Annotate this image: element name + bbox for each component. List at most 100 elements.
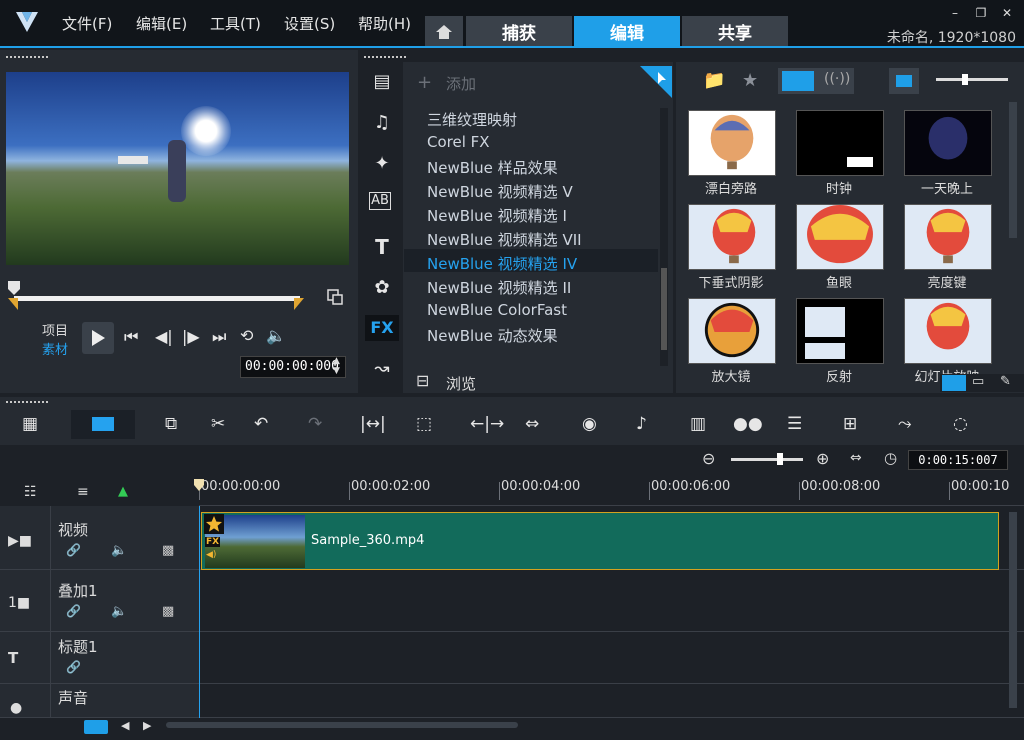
prev-frame-icon[interactable]: ◀| xyxy=(155,327,173,346)
scroll-right-icon[interactable]: ▶ xyxy=(143,719,151,732)
track-grid-icon[interactable]: ▩ xyxy=(162,604,174,619)
scroll-left-icon[interactable]: ◀ xyxy=(121,719,129,732)
tab-share[interactable]: 共享 xyxy=(682,16,788,47)
thumb-scrollbar[interactable] xyxy=(1009,102,1017,238)
instant-project-icon[interactable]: ✦ xyxy=(369,151,395,177)
add-icon[interactable]: + xyxy=(417,72,432,93)
video-filter-button[interactable] xyxy=(782,71,814,91)
multi-cam-icon[interactable]: ⊞ xyxy=(843,414,857,434)
zoom-in-icon[interactable]: ⊕ xyxy=(816,449,829,468)
audio-filter-icon[interactable]: ((·)) xyxy=(824,71,850,87)
motion-tracking-icon[interactable]: ●● xyxy=(733,414,763,434)
storyboard-view-icon[interactable]: ▦ xyxy=(22,414,38,434)
menu-settings[interactable]: 设置(S) xyxy=(284,13,335,34)
link-icon[interactable]: 🔗 xyxy=(66,604,81,618)
thumb-drop-shadow[interactable] xyxy=(688,204,776,270)
mode-clip[interactable]: 素材 xyxy=(42,339,68,358)
subtitle-editor-icon[interactable]: ☰ xyxy=(787,414,802,434)
minimize-button[interactable]: – xyxy=(946,6,964,20)
thumb-clock[interactable] xyxy=(796,110,884,176)
playhead-marker-icon[interactable] xyxy=(8,281,20,295)
record-icon[interactable]: ◉ xyxy=(582,414,597,434)
next-frame-icon[interactable]: |▶ xyxy=(182,327,200,346)
split-icon[interactable]: ←|→ xyxy=(470,414,504,434)
timeline-ruler[interactable] xyxy=(199,476,1024,506)
mask-creator-icon[interactable]: ◌ xyxy=(953,414,968,434)
track-volume-icon[interactable]: 🔈 xyxy=(111,604,127,619)
audio-mixer-icon[interactable]: ♪ xyxy=(636,414,647,434)
fx-item[interactable]: Corel FX xyxy=(427,133,490,151)
timecode-stepper-icon[interactable]: ▲ ▼ xyxy=(333,356,340,376)
auto-music-icon[interactable]: ▥ xyxy=(690,414,706,434)
timeline-v-scrollbar[interactable] xyxy=(1009,512,1017,708)
tab-edit[interactable]: 编辑 xyxy=(574,16,680,47)
menu-help[interactable]: 帮助(H) xyxy=(358,13,411,34)
fx-item[interactable]: NewBlue 视频精选 VII xyxy=(427,229,582,250)
fx-item[interactable]: NewBlue ColorFast xyxy=(427,301,567,319)
add-track-button[interactable] xyxy=(84,720,108,734)
zoom-out-icon[interactable]: ⊖ xyxy=(702,449,715,468)
replace-media-icon[interactable]: ⧉ xyxy=(165,414,177,434)
browse-icon[interactable]: ⊟ xyxy=(416,371,429,390)
menu-edit[interactable]: 编辑(E) xyxy=(136,13,187,34)
thumb-reflection[interactable] xyxy=(796,298,884,364)
preview-window[interactable] xyxy=(6,72,349,265)
star-add-icon[interactable]: ★ xyxy=(742,70,758,91)
menu-tools[interactable]: 工具(T) xyxy=(210,13,261,34)
thumb-zoom-slider[interactable] xyxy=(936,74,1008,85)
fx-item[interactable]: NewBlue 视频精选 II xyxy=(427,277,571,298)
timecode-display[interactable]: 00:00:00:000 xyxy=(240,356,346,378)
timeline-grip[interactable] xyxy=(6,401,48,404)
undo-icon[interactable]: ↶ xyxy=(254,414,268,434)
graphics-icon[interactable]: ✿ xyxy=(369,275,395,301)
trim-start-icon[interactable] xyxy=(8,298,18,310)
grid-view-button[interactable] xyxy=(942,375,966,391)
link-icon[interactable]: 🔗 xyxy=(66,543,81,557)
pan-zoom-icon[interactable]: ⇔ xyxy=(525,414,539,434)
fx-item[interactable]: NewBlue 视频精选 V xyxy=(427,181,573,202)
thumb-magnifier[interactable] xyxy=(688,298,776,364)
browse-button[interactable]: 浏览 xyxy=(446,373,476,394)
library-grip[interactable] xyxy=(364,56,406,59)
trim-end-icon[interactable] xyxy=(294,298,304,310)
thumb-luma-key[interactable] xyxy=(904,204,992,270)
chapter-icon[interactable]: ≡ xyxy=(77,484,89,500)
repeat-icon[interactable]: ⟲ xyxy=(240,326,253,345)
fx-filter-icon[interactable]: FX xyxy=(365,315,399,341)
media-icon[interactable]: ▤ xyxy=(369,69,395,95)
voice-track-icon[interactable]: ● xyxy=(10,700,22,716)
link-icon[interactable]: 🔗 xyxy=(66,660,81,674)
home-tab[interactable] xyxy=(425,16,463,47)
go-end-icon[interactable]: ⏭ xyxy=(212,327,226,347)
add-marker-icon[interactable]: ▲ xyxy=(118,484,128,499)
timeline-playhead-icon[interactable] xyxy=(194,479,204,491)
close-button[interactable]: ✕ xyxy=(998,6,1016,20)
add-label[interactable]: 添加 xyxy=(446,73,476,94)
volume-icon[interactable]: 🔈 xyxy=(266,326,286,345)
folder-add-icon[interactable]: 📁 xyxy=(703,70,725,91)
title-track-icon[interactable]: T xyxy=(8,649,18,667)
redo-icon[interactable]: ↷ xyxy=(308,414,322,434)
path-icon[interactable]: ↝ xyxy=(369,356,395,382)
restore-button[interactable]: ❐ xyxy=(972,6,990,20)
zoom-slider[interactable] xyxy=(731,453,803,465)
fit-timeline-icon[interactable]: ⇔ xyxy=(850,450,862,466)
timeline-view-button[interactable] xyxy=(71,410,135,439)
fx-item[interactable]: NewBlue 样品效果 xyxy=(427,157,558,178)
scrub-bar[interactable] xyxy=(14,296,300,301)
scroll-thumb[interactable] xyxy=(661,268,667,350)
pin-icon[interactable] xyxy=(640,66,672,98)
fx-list-scrollbar[interactable] xyxy=(660,108,668,366)
track-manager-icon[interactable]: ☷ xyxy=(24,484,37,500)
list-view-icon[interactable]: ▭ xyxy=(972,374,984,389)
fx-item[interactable]: NewBlue 动态效果 xyxy=(427,325,558,346)
mode-project[interactable]: 项目 xyxy=(42,320,68,339)
tab-capture[interactable]: 捕获 xyxy=(466,16,572,47)
video-track-icon[interactable]: ▶■ xyxy=(8,533,32,549)
fx-item[interactable]: NewBlue 视频精选 I xyxy=(427,205,567,226)
thumb-fisheye[interactable] xyxy=(796,204,884,270)
thumb-bleach-bypass[interactable] xyxy=(688,110,776,176)
play-button[interactable] xyxy=(82,322,114,354)
thumb-slideshow[interactable] xyxy=(904,298,992,364)
audio-icon[interactable]: ♫ xyxy=(369,110,395,136)
